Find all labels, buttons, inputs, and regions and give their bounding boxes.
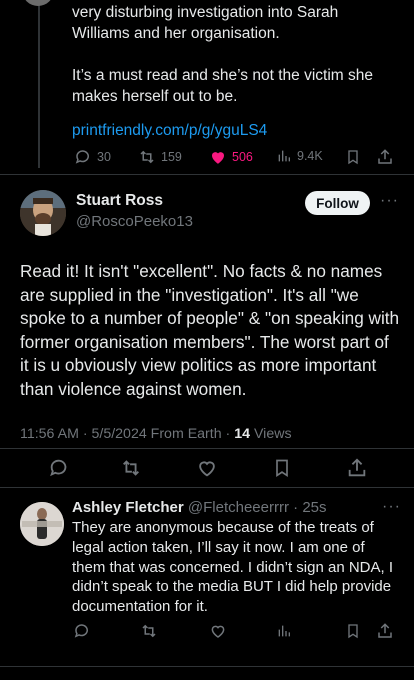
views-icon — [278, 150, 290, 162]
bookmark-button[interactable] — [272, 457, 292, 479]
more-icon[interactable]: ··· — [380, 192, 399, 210]
reply-avatar[interactable] — [20, 502, 64, 546]
repost-button[interactable]: 159 — [138, 148, 182, 166]
views-button[interactable]: 9.4K — [276, 148, 323, 164]
avatar[interactable] — [20, 190, 66, 236]
author-name[interactable]: Stuart Ross — [76, 192, 163, 210]
more-icon[interactable]: ··· — [382, 498, 401, 516]
like-button[interactable] — [209, 622, 227, 640]
repost-button[interactable] — [140, 622, 158, 640]
divider — [0, 174, 414, 175]
parent-avatar[interactable] — [22, 0, 54, 6]
reply-button[interactable] — [73, 622, 91, 640]
repost-count: 159 — [161, 150, 182, 164]
share-button[interactable] — [346, 457, 368, 479]
repost-icon — [142, 624, 156, 638]
share-button[interactable] — [376, 622, 394, 640]
parent-text-line: Williams and her organisation. — [72, 25, 280, 42]
views-button[interactable] — [276, 623, 292, 639]
parent-tweet-link[interactable]: printfriendly.com/p/g/yguLS4 — [72, 122, 267, 140]
follow-button[interactable]: Follow — [305, 191, 370, 215]
tweet-text: Read it! It isn't "excellent". No facts … — [20, 261, 400, 399]
like-icon — [212, 152, 224, 164]
reply-icon — [74, 624, 88, 638]
divider — [0, 448, 414, 449]
repost-button[interactable] — [120, 457, 142, 479]
bookmark-icon — [348, 150, 358, 165]
repost-icon — [140, 150, 154, 164]
reply-author-name[interactable]: Ashley Fletcher — [72, 499, 184, 516]
parent-text-line: It’s a must read and she’s not the victi… — [72, 67, 373, 84]
reply-icon — [75, 150, 89, 164]
author-handle[interactable]: @RoscoPeeko13 — [76, 213, 193, 230]
bookmark-icon — [348, 624, 358, 639]
parent-tweet-text: very disturbing investigation into Sarah… — [72, 2, 402, 107]
like-button[interactable] — [196, 457, 218, 479]
views-icon — [278, 625, 290, 637]
reply-author-handle[interactable]: @Fletcheeerrrr — [188, 499, 289, 516]
tweet-meta: 11:56 AM · 5/5/2024 From Earth · 14 View… — [20, 426, 292, 442]
views-count: 9.4K — [297, 149, 323, 163]
like-icon — [199, 461, 215, 477]
parent-text-line: makes herself out to be. — [72, 88, 238, 105]
share-icon — [348, 458, 366, 477]
share-icon — [378, 149, 392, 164]
parent-text-line: very disturbing investigation into Sarah — [72, 4, 339, 21]
divider — [0, 666, 414, 667]
tweet-timestamp[interactable]: 11:56 AM · 5/5/2024 From Earth · — [20, 426, 230, 442]
reply-icon — [50, 459, 67, 477]
tweet-views-count: 14 — [234, 426, 251, 442]
thread-line — [38, 0, 40, 168]
reply-timestamp[interactable]: · 25s — [293, 499, 326, 516]
bookmark-button[interactable] — [345, 622, 361, 640]
divider — [0, 487, 414, 488]
share-icon — [378, 623, 392, 638]
reply-header: Ashley Fletcher @Fletcheeerrrr · 25s — [72, 499, 327, 516]
bookmark-button[interactable] — [345, 148, 361, 166]
like-count: 506 — [232, 150, 253, 164]
like-button[interactable]: 506 — [209, 148, 253, 166]
reply-count: 30 — [97, 150, 111, 164]
bookmark-icon — [276, 459, 288, 478]
share-button[interactable] — [376, 148, 394, 166]
like-icon — [211, 625, 225, 638]
tweet-views-label: Views — [250, 426, 292, 442]
repost-icon — [123, 460, 139, 476]
reply-text: They are anonymous because of the treats… — [72, 519, 393, 616]
reply-button[interactable] — [48, 457, 70, 479]
reply-button[interactable]: 30 — [74, 148, 111, 166]
